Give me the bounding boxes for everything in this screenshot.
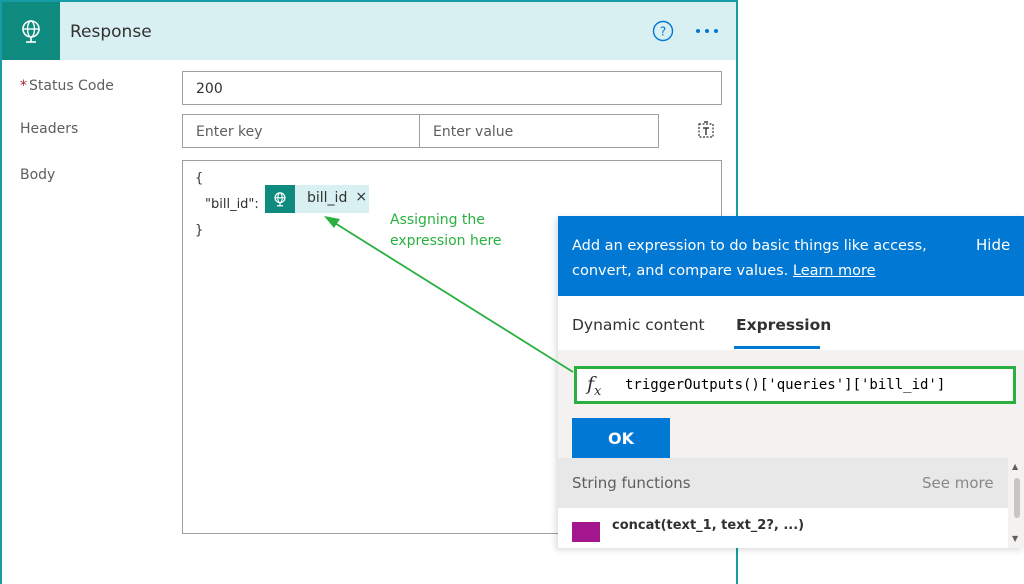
globe-request-icon bbox=[2, 2, 60, 60]
function-category-icon bbox=[572, 522, 600, 542]
ok-button[interactable]: OK bbox=[572, 418, 670, 458]
string-functions-title: String functions bbox=[572, 474, 691, 492]
annotation-text: Assigning the expression here bbox=[390, 210, 502, 252]
json-open-brace: { bbox=[195, 171, 204, 186]
function-list-item[interactable]: concat(text_1, text_2?, ...) bbox=[558, 508, 1008, 548]
required-mark: * bbox=[20, 78, 27, 94]
function-icon: fx bbox=[587, 373, 602, 399]
status-code-label: * Status Code bbox=[20, 78, 114, 94]
scroll-up-icon[interactable]: ▲ bbox=[1012, 462, 1018, 471]
tab-expression[interactable]: Expression bbox=[736, 316, 831, 334]
card-title: Response bbox=[70, 22, 152, 42]
status-code-input[interactable]: 200 bbox=[182, 71, 722, 105]
string-functions-header: String functions See more bbox=[558, 458, 1008, 508]
active-tab-indicator bbox=[734, 346, 820, 349]
tab-dynamic-content[interactable]: Dynamic content bbox=[572, 316, 705, 334]
card-header[interactable]: Response ? bbox=[2, 2, 736, 60]
see-more-link[interactable]: See more bbox=[922, 474, 994, 492]
function-name: concat(text_1, text_2?, ...) bbox=[612, 518, 805, 533]
annotation-line-2: expression here bbox=[390, 233, 502, 249]
header-key-input[interactable]: Enter key bbox=[182, 114, 420, 148]
expression-panel: Add an expression to do basic things lik… bbox=[558, 216, 1024, 548]
panel-banner: Add an expression to do basic things lik… bbox=[558, 216, 1024, 296]
token-remove-icon[interactable]: × bbox=[347, 185, 367, 213]
headers-label: Headers bbox=[20, 121, 79, 137]
expression-text: triggerOutputs()['queries']['bill_id'] bbox=[625, 377, 946, 393]
learn-more-link[interactable]: Learn more bbox=[793, 263, 876, 279]
expression-input[interactable]: fx triggerOutputs()['queries']['bill_id'… bbox=[574, 366, 1016, 404]
annotation-line-1: Assigning the bbox=[390, 212, 485, 228]
help-circle-icon[interactable]: ? bbox=[652, 20, 674, 42]
globe-request-icon bbox=[265, 185, 295, 213]
dynamic-token[interactable]: bill_id × bbox=[265, 185, 369, 213]
hide-button[interactable]: Hide bbox=[976, 236, 1010, 254]
scroll-down-icon[interactable]: ▼ bbox=[1012, 534, 1018, 543]
body-label: Body bbox=[20, 167, 56, 183]
json-close-brace: } bbox=[195, 223, 204, 238]
scroll-thumb[interactable] bbox=[1014, 478, 1020, 518]
header-value-input[interactable]: Enter value bbox=[419, 114, 659, 148]
screen-root: Response ? * Status Code 200 Headers Ente… bbox=[0, 0, 1024, 584]
ellipsis-icon[interactable] bbox=[696, 29, 718, 33]
delete-table-icon[interactable] bbox=[696, 120, 716, 140]
function-list-scrollbar[interactable]: ▲ ▼ bbox=[1008, 458, 1024, 548]
banner-text: Add an expression to do basic things lik… bbox=[572, 234, 952, 284]
token-label: bill_id bbox=[307, 190, 348, 206]
status-code-label-text: Status Code bbox=[29, 78, 114, 94]
json-key: "bill_id": bbox=[205, 197, 259, 212]
svg-text:?: ? bbox=[660, 25, 666, 39]
